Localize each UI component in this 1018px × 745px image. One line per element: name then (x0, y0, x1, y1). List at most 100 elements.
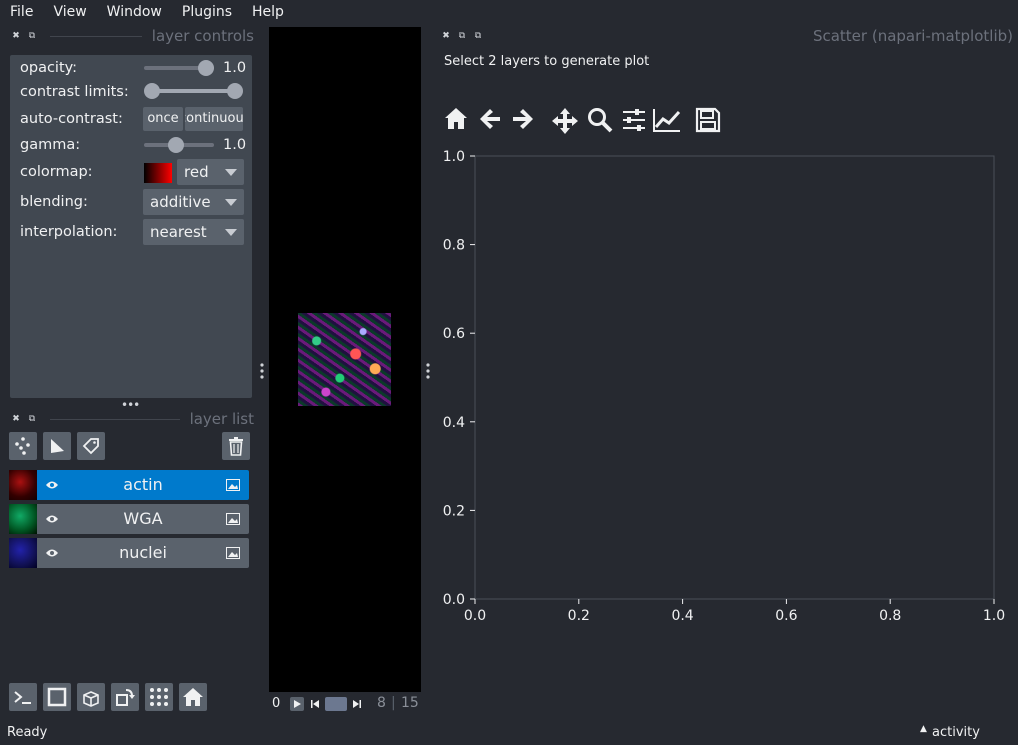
auto-contrast-continuous-button[interactable]: continuous (185, 107, 243, 131)
close-dock-icon[interactable]: ✖ (8, 414, 24, 424)
axis-index-label: 0 (272, 696, 281, 711)
console-button[interactable] (9, 683, 37, 711)
grid-icon (150, 688, 168, 706)
transpose-icon (116, 689, 135, 706)
cube-rotate-icon (83, 691, 99, 707)
image-layer-icon (226, 547, 240, 559)
transpose-button[interactable] (111, 683, 139, 711)
new-shapes-layer-button[interactable] (43, 432, 71, 460)
menu-help[interactable]: Help (242, 0, 294, 24)
shapes-icon (51, 439, 64, 453)
axes-frame (474, 155, 995, 600)
status-bar: Ready ▲ activity (0, 721, 1018, 745)
opacity-slider-handle[interactable] (198, 60, 214, 76)
contrast-min-handle[interactable] (144, 83, 160, 99)
close-dock-icon[interactable]: ✖ (438, 31, 454, 41)
layer-thumbnail (9, 538, 37, 568)
auto-contrast-once-button[interactable]: once (143, 107, 183, 131)
square-icon (47, 687, 67, 707)
y-tick-label: 0.0 (443, 592, 465, 608)
y-tick-label: 0.8 (443, 238, 465, 254)
titlebar-divider (50, 418, 180, 420)
x-tick-label: 0.2 (568, 608, 590, 624)
layer-list-title: layer list (189, 410, 254, 428)
status-text: Ready (7, 725, 48, 740)
label-tag-icon (82, 438, 99, 455)
chevron-down-icon (225, 169, 237, 176)
interpolation-value: nearest (150, 223, 207, 241)
slice-separator: | (391, 695, 396, 711)
layer-name: nuclei (119, 543, 167, 562)
image-layer-icon (226, 479, 240, 491)
x-tick-label: 1.0 (983, 608, 1005, 624)
float-dock-icon[interactable]: ⧉ (24, 31, 40, 41)
layer-controls-panel: opacity: 1.0 contrast limits: auto-contr… (10, 55, 252, 398)
ndisplay-toggle-button[interactable] (43, 683, 71, 711)
reset-view-button[interactable] (179, 683, 207, 711)
scatter-dock-title: Scatter (napari-matplotlib) (812, 27, 1013, 45)
chevron-down-icon (225, 229, 237, 236)
close-dock-icon[interactable]: ✖ (8, 31, 24, 41)
plot-instruction-text: Select 2 layers to generate plot (444, 54, 650, 69)
colormap-select[interactable]: red (177, 159, 244, 185)
scatter-plot-dock: ✖ ⧉ ⧉ Scatter (napari-matplotlib) Select… (430, 27, 1018, 707)
x-tick-label: 0.6 (775, 608, 797, 624)
viewer-canvas[interactable] (269, 27, 421, 692)
opacity-label: opacity: (20, 60, 78, 76)
menu-plugins[interactable]: Plugins (172, 0, 242, 24)
layer-controls-title: layer controls (151, 27, 254, 45)
left-splitter-handle[interactable] (259, 362, 265, 382)
menu-window[interactable]: Window (97, 0, 172, 24)
y-tick-label: 0.4 (443, 415, 465, 431)
y-tick-label: 0.2 (443, 503, 465, 519)
gamma-value: 1.0 (223, 137, 247, 153)
contrast-limits-slider[interactable] (152, 89, 236, 93)
layer-row-nuclei[interactable]: nuclei (9, 538, 249, 568)
step-forward-icon[interactable] (351, 698, 363, 710)
contrast-limits-label: contrast limits: (20, 84, 129, 100)
layer-list-titlebar: ✖ ⧉ layer list (8, 409, 254, 429)
gamma-label: gamma: (20, 137, 81, 153)
titlebar-spacer (496, 36, 803, 37)
colormap-preview (144, 163, 172, 183)
blending-label: blending: (20, 194, 88, 210)
menu-file[interactable]: File (0, 0, 43, 24)
points-icon (15, 437, 30, 455)
layer-thumbnail (9, 470, 37, 500)
float-dock-icon[interactable]: ⧉ (470, 31, 486, 41)
float-dock-icon[interactable]: ⧉ (454, 31, 470, 41)
new-labels-layer-button[interactable] (77, 432, 105, 460)
x-tick-label: 0.4 (671, 608, 693, 624)
layer-controls-titlebar: ✖ ⧉ layer controls (8, 26, 254, 46)
roll-dimensions-button[interactable] (77, 683, 105, 711)
menu-view[interactable]: View (43, 0, 96, 24)
delete-layer-button[interactable] (222, 432, 250, 460)
dims-slider-thumb[interactable] (325, 697, 347, 711)
plot-axes[interactable]: 0.0 0.2 0.4 0.6 0.8 1.0 0.0 0.2 0.4 0.6 0.8 1.0 (430, 117, 1018, 707)
dims-slider-bar: 0 8 | 15 (269, 692, 421, 716)
play-icon (294, 700, 301, 708)
contrast-max-handle[interactable] (227, 83, 243, 99)
float-dock-icon[interactable]: ⧉ (24, 414, 40, 424)
layer-thumbnail (9, 504, 37, 534)
grid-view-button[interactable] (145, 683, 173, 711)
play-button[interactable] (290, 697, 304, 711)
interpolation-select[interactable]: nearest (143, 219, 244, 245)
interpolation-label: interpolation: (20, 224, 118, 240)
gamma-slider-handle[interactable] (168, 137, 184, 153)
current-slice: 8 (377, 695, 386, 711)
chevron-up-icon[interactable]: ▲ (920, 724, 927, 734)
home-icon (183, 688, 203, 706)
menu-bar: File View Window Plugins Help (0, 0, 1018, 24)
titlebar-divider (50, 35, 142, 37)
activity-button[interactable]: activity (932, 725, 980, 740)
total-slices: 15 (401, 695, 419, 711)
blending-select[interactable]: additive (143, 189, 244, 215)
new-points-layer-button[interactable] (9, 432, 37, 460)
colormap-value: red (184, 163, 209, 181)
layer-row-actin[interactable]: actin (9, 470, 249, 500)
chevron-down-icon (225, 199, 237, 206)
step-back-icon[interactable] (309, 698, 321, 710)
y-tick-label: 1.0 (443, 149, 465, 165)
layer-row-wga[interactable]: WGA (9, 504, 249, 534)
